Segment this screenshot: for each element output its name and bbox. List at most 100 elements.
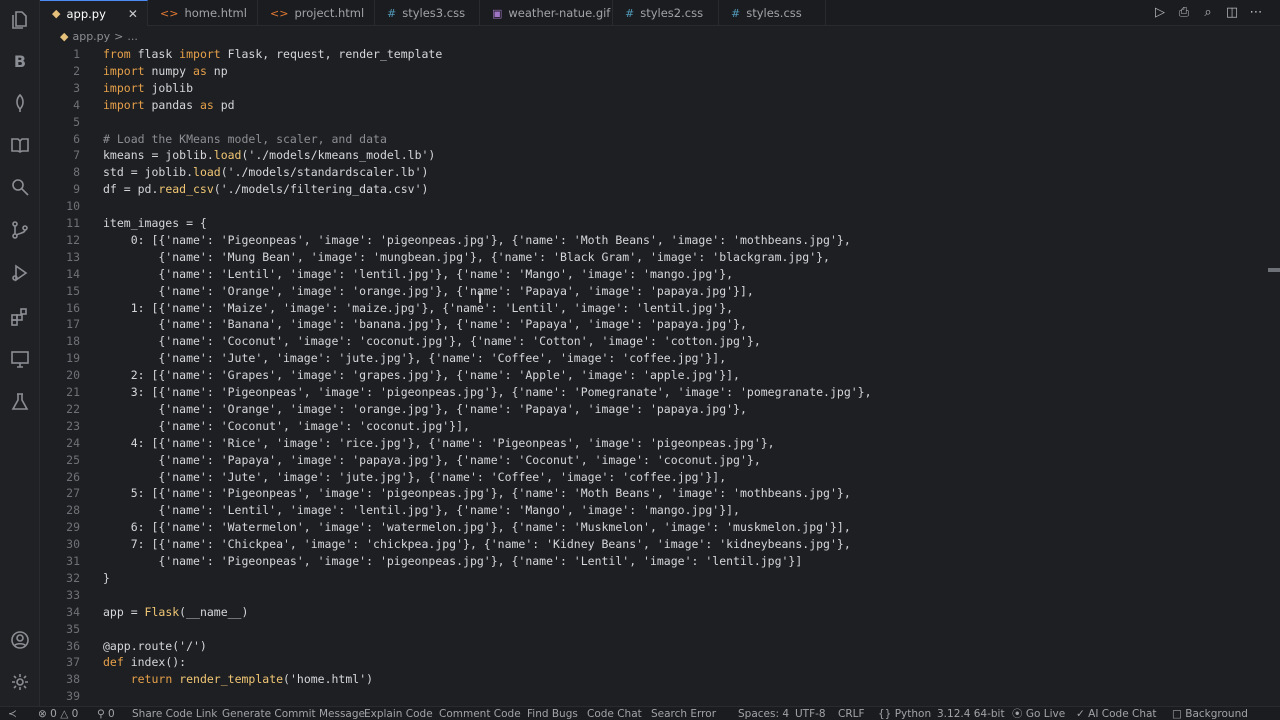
tab-styles2-css[interactable]: # styles2.css [613,0,719,26]
line-number: 7 [73,148,80,163]
breadcrumb-separator: > [114,30,124,43]
code-line[interactable]: 20 2: [{'name': 'Grapes', 'image': 'grap… [40,367,1260,384]
code-line[interactable]: 17 {'name': 'Banana', 'image': 'banana.j… [40,316,1260,333]
line-number: 27 [66,486,80,501]
line-number: 16 [66,300,80,315]
code-line[interactable]: 36 @app.route('/') [40,638,1260,655]
code-line[interactable]: 29 6: [{'name': 'Watermelon', 'image': '… [40,519,1260,536]
code-line[interactable]: 26 {'name': 'Jute', 'image': 'jute.jpg'}… [40,469,1260,486]
breadcrumb-file[interactable]: app.py [72,30,110,43]
code-editor[interactable]: 1 from flask import Flask, request, rende… [40,46,1268,706]
code-line[interactable]: 6 # Load the KMeans model, scaler, and da… [40,131,1260,148]
python-icon: ◆ [52,7,61,20]
warning-icon: △ [60,708,69,720]
code-line[interactable]: 10 [40,198,1260,215]
code-text: {'name': 'Banana', 'image': 'banana.jpg'… [103,317,747,332]
code-line[interactable]: 2 import numpy as np [40,63,1260,80]
code-line[interactable]: 19 {'name': 'Jute', 'image': 'jute.jpg'}… [40,350,1260,367]
print-icon[interactable]: ⎙ [1176,4,1192,20]
code-line[interactable]: 35 [40,621,1260,638]
code-line[interactable]: 32} [40,570,1260,587]
code-line[interactable]: 21 3: [{'name': 'Pigeonpeas', 'image': '… [40,384,1260,401]
code-line[interactable]: 24 4: [{'name': 'Rice', 'image': 'rice.j… [40,435,1260,452]
code-line[interactable]: 33 [40,587,1260,604]
line-number: 26 [66,469,80,484]
mongodb-leaf-icon[interactable] [8,91,32,115]
generate-commit-message[interactable]: Generate Commit Message [222,707,365,720]
code-line[interactable]: 23 {'name': 'Coconut', 'image': 'coconut… [40,418,1260,435]
comment-code[interactable]: Comment Code [439,707,521,720]
tab-styles-css[interactable]: # styles.css [719,0,826,26]
ai-code-chat[interactable]: ✓ AI Code Chat [1076,707,1157,720]
search-icon[interactable] [8,175,32,199]
tab-project-html[interactable]: <> project.html [258,0,375,26]
code-line[interactable]: 27 5: [{'name': 'Pigeonpeas', 'image': '… [40,485,1260,502]
line-number: 32 [66,570,80,585]
ports-indicator[interactable]: ⚲ 0 [97,707,115,720]
code-line[interactable]: 25 {'name': 'Papaya', 'image': 'papaya.j… [40,452,1260,469]
account-icon[interactable] [8,628,32,652]
code-line[interactable]: 28 {'name': 'Lentil', 'image': 'lentil.j… [40,502,1260,519]
code-line[interactable]: 1 from flask import Flask, request, rende… [40,46,1260,63]
split-editor-icon[interactable]: ◫ [1224,4,1240,20]
remote-icon[interactable]: ≺ [8,707,17,720]
preview-search-icon[interactable]: ⌕ [1200,4,1216,20]
code-line[interactable]: 37 def index(): [40,654,1260,671]
book-icon[interactable] [8,133,32,157]
explain-code[interactable]: Explain Code [364,707,433,720]
explorer-icon[interactable] [8,8,32,32]
code-line[interactable]: 18 {'name': 'Coconut', 'image': 'coconut… [40,333,1260,350]
source-control-icon[interactable] [8,218,32,242]
code-line[interactable]: 5 [40,114,1260,131]
b-extension-icon[interactable]: B [8,49,32,73]
code-line[interactable]: 3 import joblib [40,80,1260,97]
line-number: 12 [66,232,80,247]
code-text: 3: [{'name': 'Pigeonpeas', 'image': 'pig… [103,385,872,399]
background-indicator[interactable]: □ Background [1172,707,1248,720]
code-line[interactable]: 13 {'name': 'Mung Bean', 'image': 'mungb… [40,249,1260,266]
remote-explorer-icon[interactable] [8,347,32,371]
code-line[interactable]: 30 7: [{'name': 'Chickpea', 'image': 'ch… [40,536,1260,553]
run-debug-icon[interactable] [8,261,32,285]
more-actions-icon[interactable]: ⋯ [1248,4,1264,20]
close-icon[interactable]: ✕ [128,7,138,21]
code-line[interactable]: 39 [40,688,1260,705]
code-line[interactable]: 14 {'name': 'Lentil', 'image': 'lentil.j… [40,266,1260,283]
python-interpreter[interactable]: 3.12.4 64-bit [937,707,1005,720]
tab-weather-gif[interactable]: ▣ weather-natue.gif [480,0,613,26]
code-line[interactable]: 12 0: [{'name': 'Pigeonpeas', 'image': '… [40,232,1260,249]
find-bugs[interactable]: Find Bugs [527,707,578,720]
settings-gear-icon[interactable] [8,670,32,694]
indentation[interactable]: Spaces: 4 [738,707,789,720]
breadcrumb-symbols[interactable]: ... [127,30,138,43]
end-of-line[interactable]: CRLF [838,707,865,720]
go-live-button[interactable]: ⦿ Go Live [1012,707,1065,720]
scrollbar-thumb[interactable] [1268,268,1280,272]
tab-styles3-css[interactable]: # styles3.css [375,0,480,26]
problems-indicator[interactable]: ⊗ 0 △ 0 [38,707,78,720]
code-line[interactable]: 31 {'name': 'Pigeonpeas', 'image': 'pige… [40,553,1260,570]
tab-app-py[interactable]: ◆ app.py ✕ [40,0,148,26]
line-number: 4 [73,97,80,112]
code-line[interactable]: 16 1: [{'name': 'Maize', 'image': 'maize… [40,300,1260,317]
share-code-link[interactable]: Share Code Link [132,707,217,720]
extensions-icon[interactable] [8,305,32,329]
encoding[interactable]: UTF-8 [795,707,826,720]
code-line[interactable]: 15 {'name': 'Orange', 'image': 'orange.j… [40,283,1260,300]
language-mode[interactable]: {} Python [878,707,931,720]
search-error[interactable]: Search Error [651,707,716,720]
code-line[interactable]: 7 kmeans = joblib.load('./models/kmeans_m… [40,147,1260,164]
run-icon[interactable]: ▷ [1152,4,1168,20]
code-text: 1: [{'name': 'Maize', 'image': 'maize.jp… [103,300,734,315]
code-line[interactable]: 38 return render_template('home.html') [40,671,1260,688]
code-text: {'name': 'Pigeonpeas', 'image': 'pigeonp… [103,554,803,568]
code-line[interactable]: 11 item_images = { [40,215,1260,232]
testing-flask-icon[interactable] [8,390,32,414]
code-line[interactable]: 8 std = joblib.load('./models/standardsca… [40,164,1260,181]
code-line[interactable]: 9 df = pd.read_csv('./models/filtering_da… [40,181,1260,198]
code-chat[interactable]: Code Chat [587,707,642,720]
code-line[interactable]: 34 app = Flask(__name__) [40,604,1260,621]
code-line[interactable]: 22 {'name': 'Orange', 'image': 'orange.j… [40,401,1260,418]
tab-home-html[interactable]: <> home.html [148,0,258,26]
code-line[interactable]: 4 import pandas as pd [40,97,1260,114]
